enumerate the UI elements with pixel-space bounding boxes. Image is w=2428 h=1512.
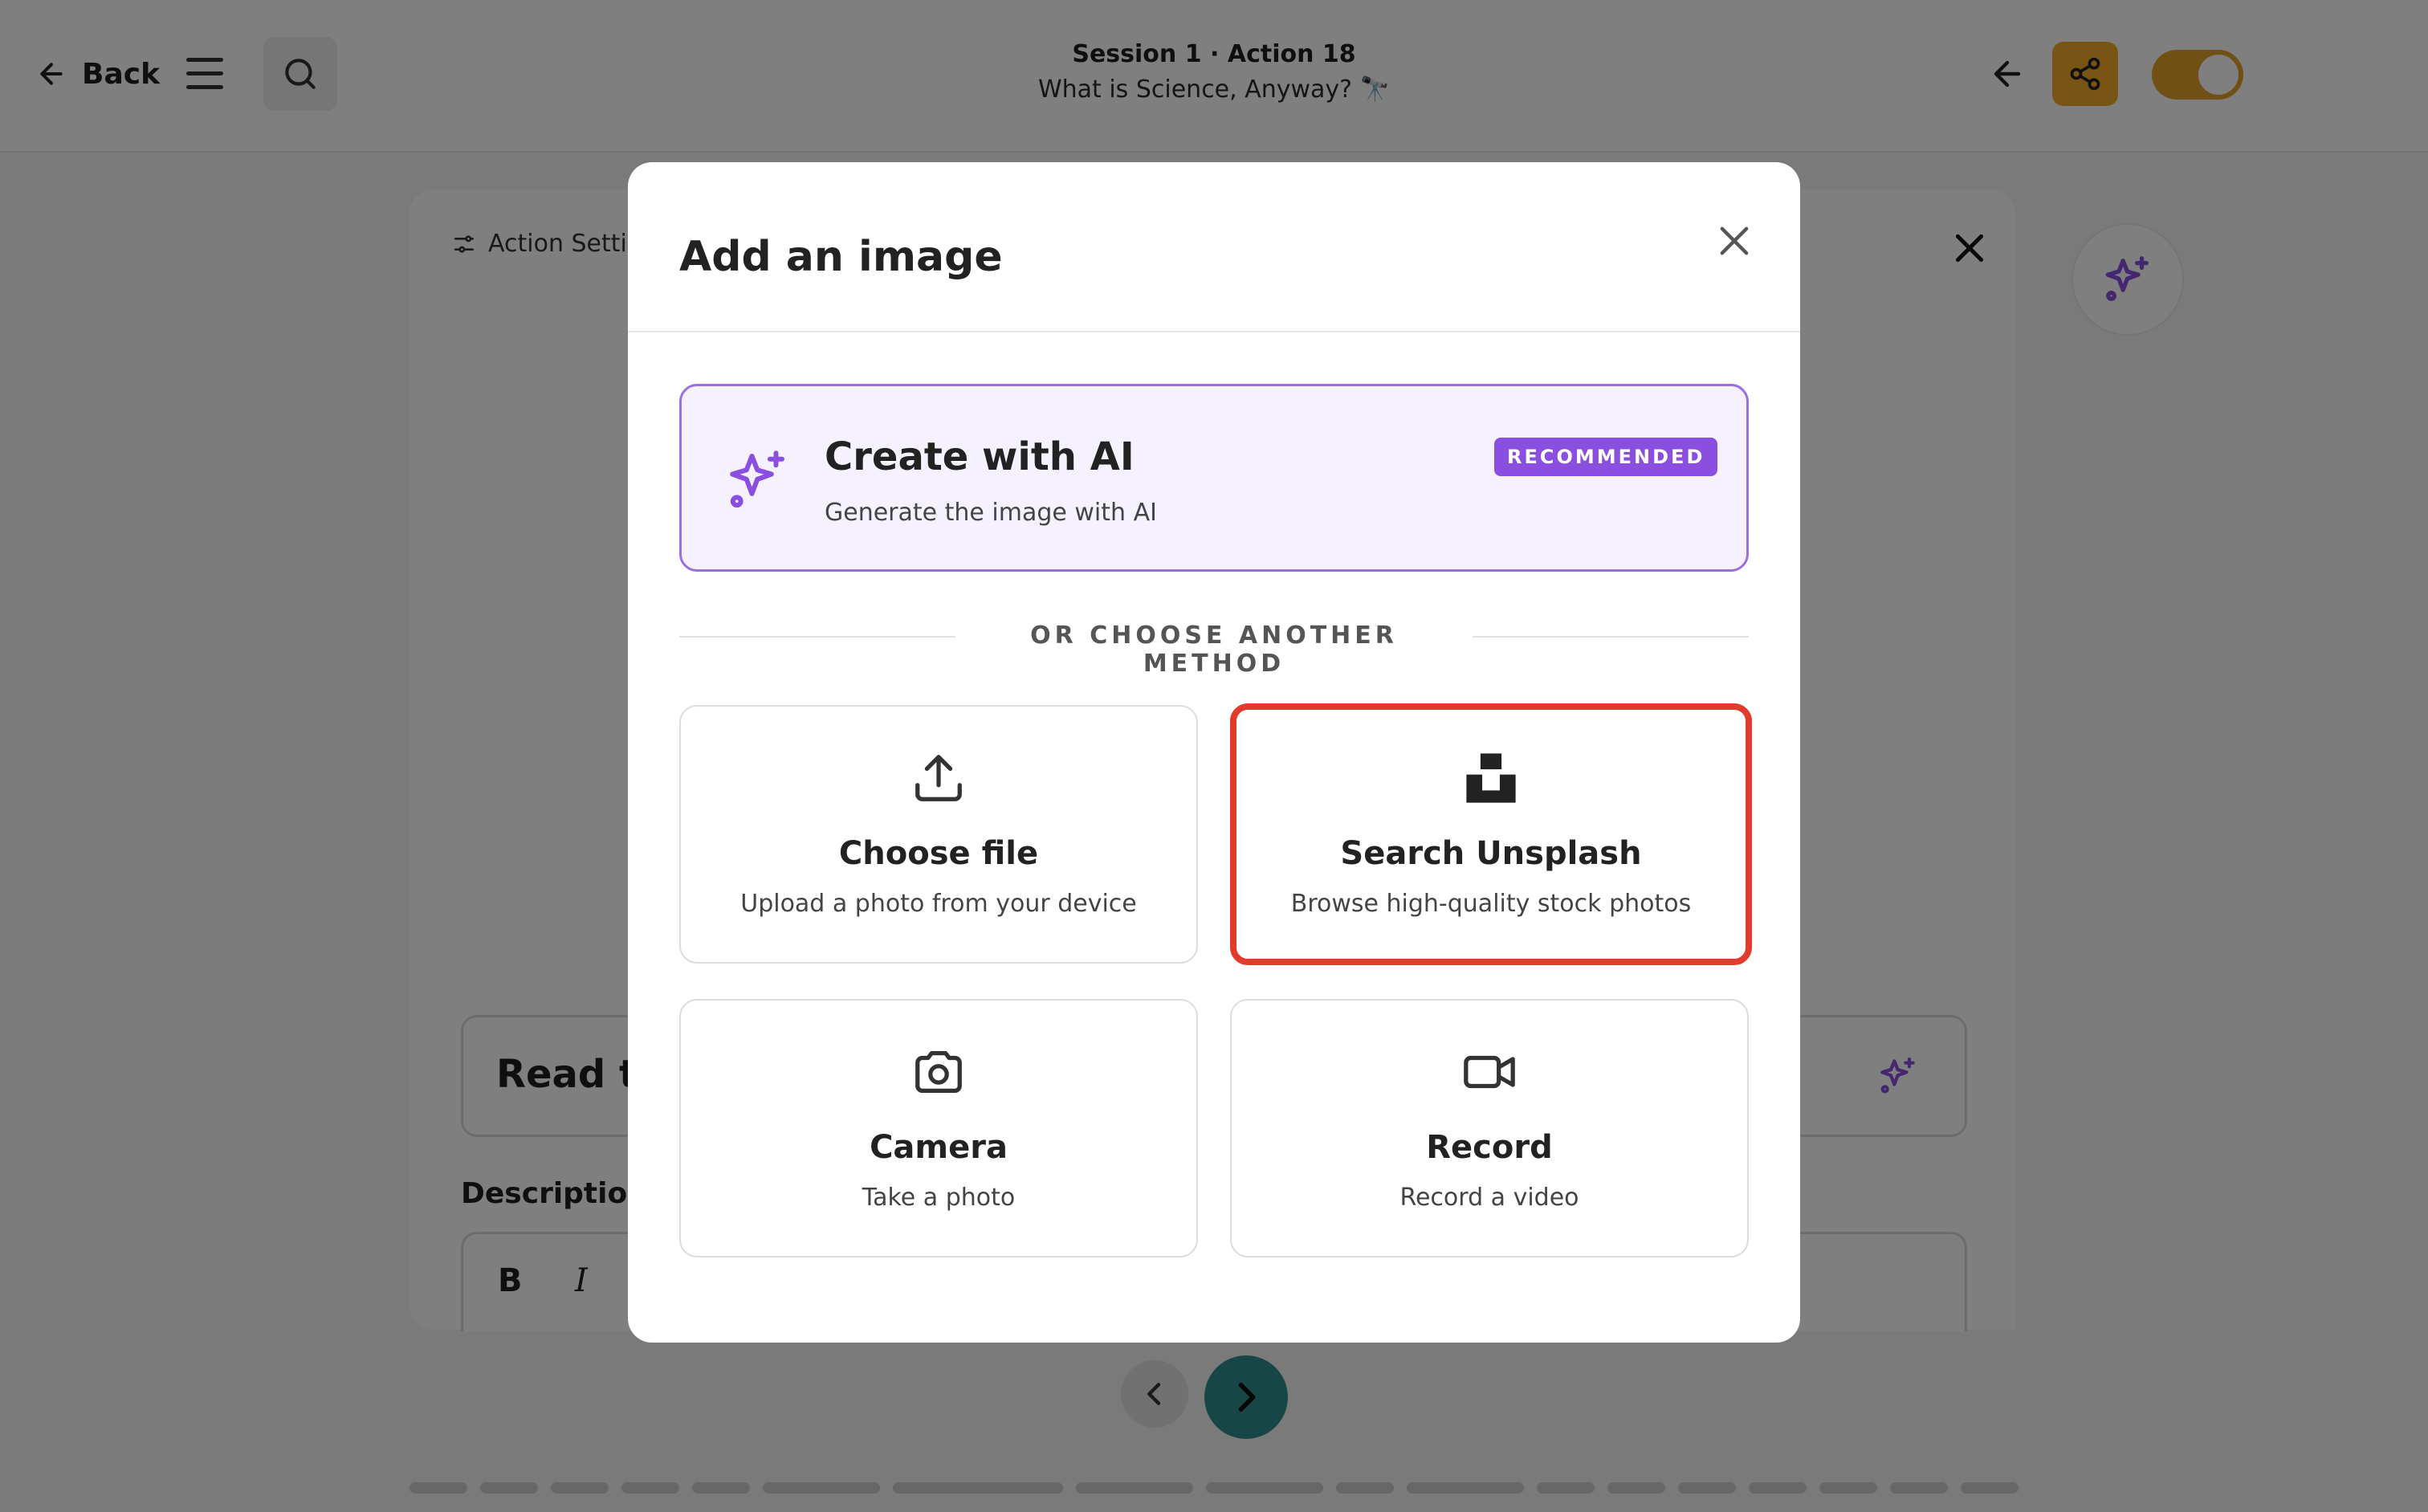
modal-divider	[628, 331, 1800, 332]
create-with-ai-option[interactable]: Create with AI Generate the image with A…	[679, 384, 1749, 572]
choose-file-option[interactable]: Choose file Upload a photo from your dev…	[679, 705, 1198, 964]
option-title: Search Unsplash	[1340, 835, 1642, 872]
option-subtitle: Browse high-quality stock photos	[1290, 890, 1692, 918]
video-camera-icon	[1464, 1055, 1515, 1089]
sparkles-icon	[730, 450, 784, 508]
ai-option-title: Create with AI	[825, 434, 1135, 479]
divider-line	[1473, 636, 1749, 638]
camera-icon	[915, 1051, 962, 1093]
recommended-badge: RECOMMENDED	[1494, 438, 1718, 476]
option-title: Record	[1426, 1129, 1553, 1166]
ai-option-subtitle: Generate the image with AI	[825, 499, 1157, 527]
close-icon[interactable]	[1713, 220, 1755, 262]
divider-text: OR CHOOSE ANOTHER METHOD	[1030, 622, 1398, 678]
option-title: Choose file	[838, 835, 1039, 872]
unsplash-icon	[1466, 753, 1516, 803]
search-unsplash-option[interactable]: Search Unsplash Browse high-quality stoc…	[1230, 703, 1752, 965]
option-subtitle: Record a video	[1399, 1184, 1579, 1212]
modal-title: Add an image	[679, 233, 1003, 281]
option-title: Camera	[870, 1129, 1008, 1166]
record-option[interactable]: Record Record a video	[1230, 999, 1749, 1257]
add-image-modal: Add an image Create with AI Generate the…	[628, 162, 1800, 1343]
divider-line	[679, 636, 955, 638]
option-subtitle: Upload a photo from your device	[740, 890, 1137, 918]
option-subtitle: Take a photo	[862, 1184, 1016, 1212]
upload-icon	[915, 755, 962, 801]
camera-option[interactable]: Camera Take a photo	[679, 999, 1198, 1257]
